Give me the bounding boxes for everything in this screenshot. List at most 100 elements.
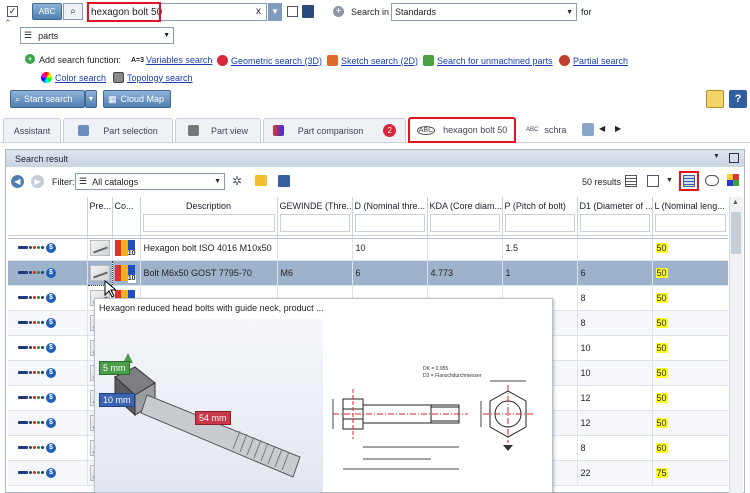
cell-actions[interactable]: $ bbox=[8, 435, 88, 461]
forward-icon[interactable]: ▶ bbox=[31, 175, 44, 188]
cell-actions[interactable]: $ bbox=[8, 360, 88, 386]
price-icon[interactable]: $ bbox=[46, 467, 56, 478]
start-search-dropdown[interactable]: ▼ bbox=[85, 90, 97, 108]
clear-search-button[interactable]: x bbox=[256, 6, 261, 17]
search-history-dropdown[interactable]: ▼ bbox=[268, 3, 282, 21]
columns-icon[interactable] bbox=[647, 175, 659, 187]
panel-menu-icon[interactable]: ▼ bbox=[713, 153, 720, 160]
price-icon[interactable]: $ bbox=[46, 367, 56, 378]
unmachined-search-link[interactable]: Search for unmachined parts bbox=[437, 56, 553, 66]
row-actions[interactable]: $ bbox=[11, 342, 84, 353]
part-thumbnail[interactable] bbox=[89, 239, 110, 256]
gear-icon[interactable]: ✲ bbox=[232, 174, 242, 188]
cloud-download-icon[interactable] bbox=[705, 175, 719, 186]
enable-checkbox[interactable]: ✓ bbox=[7, 6, 18, 17]
description-filter-input[interactable] bbox=[142, 214, 275, 232]
menu-icon[interactable] bbox=[18, 396, 28, 399]
menu-icon[interactable] bbox=[18, 471, 28, 474]
column-header-classification[interactable]: Co... bbox=[112, 197, 141, 235]
price-icon[interactable]: $ bbox=[46, 317, 56, 328]
menu-icon[interactable] bbox=[18, 446, 28, 449]
menu-icon[interactable] bbox=[18, 371, 28, 374]
p-filter-input[interactable] bbox=[504, 214, 575, 232]
price-icon[interactable]: $ bbox=[46, 342, 56, 353]
column-header-p[interactable]: P (Pitch of bolt) bbox=[502, 197, 578, 235]
kda-filter-input[interactable] bbox=[429, 214, 500, 232]
row-actions[interactable]: $ bbox=[11, 317, 84, 328]
settings-tool-icon[interactable] bbox=[706, 90, 724, 108]
scope-select[interactable]: ☰ parts ▼ bbox=[20, 27, 174, 44]
cell-actions[interactable]: $ bbox=[8, 460, 88, 486]
row-actions[interactable]: $ bbox=[11, 267, 84, 278]
price-icon[interactable]: $ bbox=[46, 267, 56, 278]
price-icon[interactable]: $ bbox=[46, 417, 56, 428]
color-search-link[interactable]: Color search bbox=[55, 73, 106, 83]
tab-assistant[interactable]: Assistant bbox=[3, 118, 61, 142]
cell-actions[interactable]: $ bbox=[8, 260, 88, 286]
panel-maximize-icon[interactable] bbox=[729, 153, 739, 163]
columns-dropdown[interactable]: ▼ bbox=[666, 177, 673, 184]
cell-actions[interactable]: $ bbox=[8, 285, 88, 311]
d1-filter-input[interactable] bbox=[579, 214, 650, 232]
help-icon[interactable]: ? bbox=[729, 90, 747, 108]
row-actions[interactable]: $ bbox=[11, 417, 84, 428]
tab-part-view[interactable]: Part view bbox=[175, 118, 261, 142]
price-icon[interactable]: $ bbox=[46, 242, 56, 253]
d-filter-input[interactable] bbox=[354, 214, 425, 232]
tab-search-result[interactable]: ABC hexagon bolt 50 bbox=[408, 117, 516, 143]
menu-icon[interactable] bbox=[18, 321, 28, 324]
price-icon[interactable]: $ bbox=[46, 442, 56, 453]
cell-actions[interactable]: $ bbox=[8, 385, 88, 411]
column-header-l[interactable]: L (Nominal leng... bbox=[652, 197, 728, 235]
scroll-up-icon[interactable]: ▲ bbox=[732, 199, 739, 206]
abc-mode-button[interactable]: ABC bbox=[32, 3, 62, 20]
cell-actions[interactable]: $ bbox=[8, 335, 88, 361]
catalog-filter-select[interactable]: ☰ All catalogs ▼ bbox=[75, 173, 225, 190]
tab-search-result-2[interactable]: ABC schra bbox=[520, 118, 584, 142]
cloud-map-button[interactable]: ▦ Cloud Map bbox=[103, 90, 171, 108]
column-header-d1[interactable]: D1 (Diameter of ... bbox=[577, 197, 653, 235]
menu-icon[interactable] bbox=[18, 296, 28, 299]
column-header-kda[interactable]: KDA (Core diam... bbox=[427, 197, 503, 235]
start-search-button[interactable]: ⌕ Start search bbox=[10, 90, 85, 108]
row-actions[interactable]: $ bbox=[11, 467, 84, 478]
row-actions[interactable]: $ bbox=[11, 367, 84, 378]
book-icon[interactable] bbox=[302, 5, 314, 18]
menu-icon[interactable] bbox=[18, 246, 28, 249]
menu-icon[interactable] bbox=[18, 271, 28, 274]
list-view-icon[interactable] bbox=[625, 175, 637, 187]
table-row[interactable]: $10 Bolt M6x50 GOST 7795-70 M6 6 4.773 1 6 50 bbox=[8, 259, 728, 286]
options-checkbox[interactable] bbox=[287, 6, 298, 17]
collapse-icon[interactable]: ⌃ bbox=[4, 18, 12, 29]
color-grid-icon[interactable] bbox=[727, 174, 739, 186]
cell-actions[interactable]: $ bbox=[8, 410, 88, 436]
row-actions[interactable]: $ bbox=[11, 242, 84, 253]
menu-icon[interactable] bbox=[18, 421, 28, 424]
topology-search-link[interactable]: Topology search bbox=[127, 73, 193, 83]
price-icon[interactable]: $ bbox=[46, 292, 56, 303]
tab-scroll-right[interactable]: ▶ bbox=[615, 124, 621, 133]
back-icon[interactable]: ◀ bbox=[11, 175, 24, 188]
menu-icon[interactable] bbox=[18, 346, 28, 349]
gewinde-filter-input[interactable] bbox=[279, 214, 350, 232]
save-icon[interactable] bbox=[278, 175, 290, 187]
table-view-icon[interactable] bbox=[679, 171, 699, 191]
tab-part-comparison[interactable]: Part comparison 2 bbox=[263, 118, 406, 142]
tab-scroll-left[interactable]: ◀ bbox=[599, 124, 605, 133]
part-thumbnail[interactable] bbox=[89, 264, 110, 281]
column-header-d[interactable]: D (Nominal thre... bbox=[352, 197, 428, 235]
geometric-search-link[interactable]: Geometric search (3D) bbox=[231, 56, 322, 66]
price-icon[interactable]: $ bbox=[46, 392, 56, 403]
cell-actions[interactable]: $ bbox=[8, 310, 88, 336]
row-actions[interactable]: $ bbox=[11, 292, 84, 303]
tab-part-selection[interactable]: Part selection bbox=[63, 118, 173, 142]
partial-search-link[interactable]: Partial search bbox=[573, 56, 628, 66]
l-filter-input[interactable] bbox=[654, 214, 726, 232]
new-folder-icon[interactable] bbox=[255, 175, 267, 186]
column-header-description[interactable]: Description bbox=[140, 197, 278, 235]
add-icon[interactable]: + bbox=[333, 6, 344, 17]
tab-scroll-handle[interactable] bbox=[582, 123, 594, 136]
row-actions[interactable]: $ bbox=[11, 442, 84, 453]
row-actions[interactable]: $ bbox=[11, 392, 84, 403]
column-header-preview[interactable]: Pre... bbox=[87, 197, 113, 235]
